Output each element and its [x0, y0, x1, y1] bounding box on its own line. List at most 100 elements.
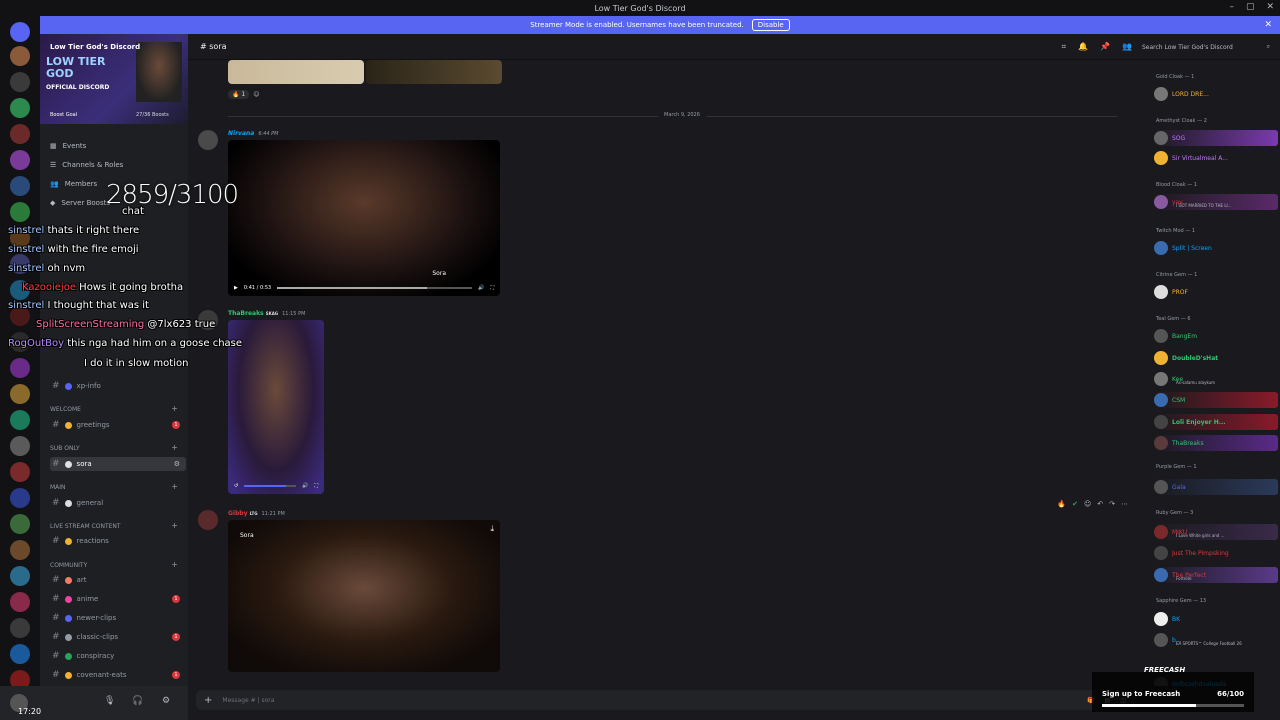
video-player[interactable]: Sora ▶ 0:41 / 0:53 🔊 ⛶ — [228, 140, 500, 296]
member-item[interactable]: Gala — [1154, 479, 1278, 495]
add-attachment-icon[interactable]: + — [204, 695, 212, 706]
channel-newer-clips[interactable]: # newer-clips — [50, 611, 186, 625]
disable-button[interactable]: Disable — [751, 19, 790, 31]
add-channel-icon[interactable]: + — [171, 443, 178, 452]
server-icon[interactable] — [10, 462, 30, 482]
gift-icon[interactable]: 🎁 — [1087, 697, 1094, 704]
server-icon[interactable] — [10, 254, 30, 274]
server-icon[interactable] — [10, 644, 30, 664]
server-icon[interactable] — [10, 202, 30, 222]
server-icon[interactable] — [10, 618, 30, 638]
channel-art[interactable]: # art — [50, 573, 186, 587]
play-icon[interactable]: ▶ — [234, 285, 238, 291]
category-welcome[interactable]: WELCOME — [50, 406, 81, 413]
pin-icon[interactable]: 📌 — [1100, 42, 1110, 52]
server-icon[interactable] — [10, 176, 30, 196]
server-icon[interactable] — [10, 566, 30, 586]
video-progress[interactable] — [277, 287, 473, 289]
channel-anime[interactable]: # anime 1 — [50, 592, 186, 606]
server-icon[interactable] — [10, 98, 30, 118]
member-item[interactable]: ThaBreaks — [1154, 435, 1278, 451]
close-icon[interactable]: ✕ — [1266, 2, 1274, 12]
members-icon[interactable]: 👥 — [1122, 42, 1132, 52]
server-icon[interactable] — [10, 592, 30, 612]
channel-greetings[interactable]: # greetings 1 — [50, 418, 186, 432]
channel-covenant-eats[interactable]: # covenant-eats 1 — [50, 668, 186, 682]
reaction-fire[interactable]: 🔥 1 — [228, 90, 250, 99]
member-item[interactable]: BangEm — [1154, 328, 1278, 344]
server-icon[interactable] — [10, 514, 30, 534]
volume-slider[interactable] — [244, 485, 297, 487]
channel-sora[interactable]: # sora ⚙ — [50, 457, 186, 471]
threads-icon[interactable]: ⌗ — [1062, 42, 1067, 52]
fullscreen-icon[interactable]: ⛶ — [314, 483, 318, 489]
server-name[interactable]: Low Tier God's Discord — [50, 43, 140, 51]
volume-icon[interactable]: 🔊 — [302, 483, 308, 489]
server-icon[interactable] — [10, 46, 30, 66]
message-author[interactable]: Gibby LTG 11:21 PM — [228, 510, 285, 517]
member-item[interactable]: BK — [1154, 611, 1278, 627]
member-item[interactable]: Kee As-salamu alaykum — [1154, 371, 1278, 387]
channel-conspiracy[interactable]: # conspiracy — [50, 649, 186, 663]
avatar[interactable] — [198, 310, 218, 330]
add-channel-icon[interactable]: + — [171, 521, 178, 530]
reply-icon[interactable]: ↶ — [1097, 500, 1103, 508]
members-item[interactable]: 👥 Members — [50, 180, 97, 188]
server-icon[interactable] — [10, 488, 30, 508]
member-item[interactable]: yay I GOT MARRIED TO THE LI... — [1154, 194, 1278, 210]
avatar[interactable] — [10, 694, 28, 712]
server-icon[interactable] — [10, 384, 30, 404]
video-thumbnail[interactable] — [228, 60, 364, 84]
member-item[interactable]: b... EA SPORTS™ College Football 26 — [1154, 632, 1278, 648]
member-item[interactable]: LORD DRE... — [1154, 86, 1278, 102]
member-item[interactable]: DoubleD'sHat — [1154, 350, 1278, 366]
message-author[interactable]: ThaBreaks SKAG 11:15 PM — [228, 310, 305, 317]
fullscreen-icon[interactable]: ⛶ — [490, 285, 494, 291]
server-icon[interactable] — [10, 280, 30, 300]
server-icon[interactable] — [10, 124, 30, 144]
sticker-icon[interactable]: ◫ — [1120, 697, 1126, 704]
category-live-stream[interactable]: LIVE STREAM CONTENT — [50, 523, 121, 530]
server-icon[interactable] — [10, 410, 30, 430]
member-item[interactable]: Sir Virtualmeal A... — [1154, 150, 1278, 166]
server-icon[interactable] — [10, 358, 30, 378]
avatar[interactable] — [198, 510, 218, 530]
channel-classic-clips[interactable]: # classic-clips 1 — [50, 630, 186, 644]
add-channel-icon[interactable]: + — [171, 404, 178, 413]
events-item[interactable]: ▦ Events — [50, 142, 86, 150]
category-community[interactable]: COMMUNITY — [50, 562, 87, 569]
server-icon[interactable] — [10, 72, 30, 92]
member-item[interactable]: dylbcashdyaluada — [1154, 676, 1278, 686]
member-item[interactable]: PROF — [1154, 284, 1278, 300]
more-icon[interactable]: ⋯ — [1121, 500, 1128, 508]
settings-icon[interactable]: ⚙ — [162, 696, 170, 706]
add-reaction-icon[interactable]: ☺ — [253, 91, 259, 98]
server-icon[interactable] — [10, 332, 30, 352]
checkmark-icon[interactable]: ✔ — [1072, 500, 1078, 508]
member-item[interactable]: Loli Enjoyer H... — [1154, 414, 1278, 430]
video-player[interactable]: ↺ 🔊 ⛶ — [228, 320, 324, 494]
video-thumbnail[interactable] — [366, 60, 502, 84]
video-player[interactable]: Sora ⤓ — [228, 520, 500, 672]
forward-icon[interactable]: ↷ — [1109, 500, 1115, 508]
close-banner-icon[interactable]: ✕ — [1264, 20, 1272, 30]
maximize-icon[interactable]: ▢ — [1246, 2, 1255, 12]
bell-icon[interactable]: 🔔 — [1078, 42, 1088, 52]
server-icon[interactable] — [10, 306, 30, 326]
replay-icon[interactable]: ↺ — [234, 483, 238, 489]
search-input[interactable]: Search Low Tier God's Discord ⌕ — [1142, 40, 1270, 54]
add-channel-icon[interactable]: + — [171, 560, 178, 569]
minimize-icon[interactable]: – — [1229, 2, 1234, 12]
headphones-icon[interactable]: 🎧 — [132, 696, 143, 706]
member-item[interactable]: CSM — [1154, 392, 1278, 408]
server-icon[interactable] — [10, 228, 30, 248]
avatar[interactable] — [198, 130, 218, 150]
channel-reactions[interactable]: # reactions — [50, 534, 186, 548]
volume-icon[interactable]: 🔊 — [478, 285, 484, 291]
reaction-icon[interactable]: 🔥 — [1057, 500, 1066, 508]
server-icon[interactable] — [10, 436, 30, 456]
server-boosts-item[interactable]: ◆ Server Boosts — [50, 199, 110, 207]
server-icon[interactable] — [10, 150, 30, 170]
member-item[interactable]: Split | Screen — [1154, 240, 1278, 256]
channel-xp-info[interactable]: # xp-info — [50, 379, 186, 393]
